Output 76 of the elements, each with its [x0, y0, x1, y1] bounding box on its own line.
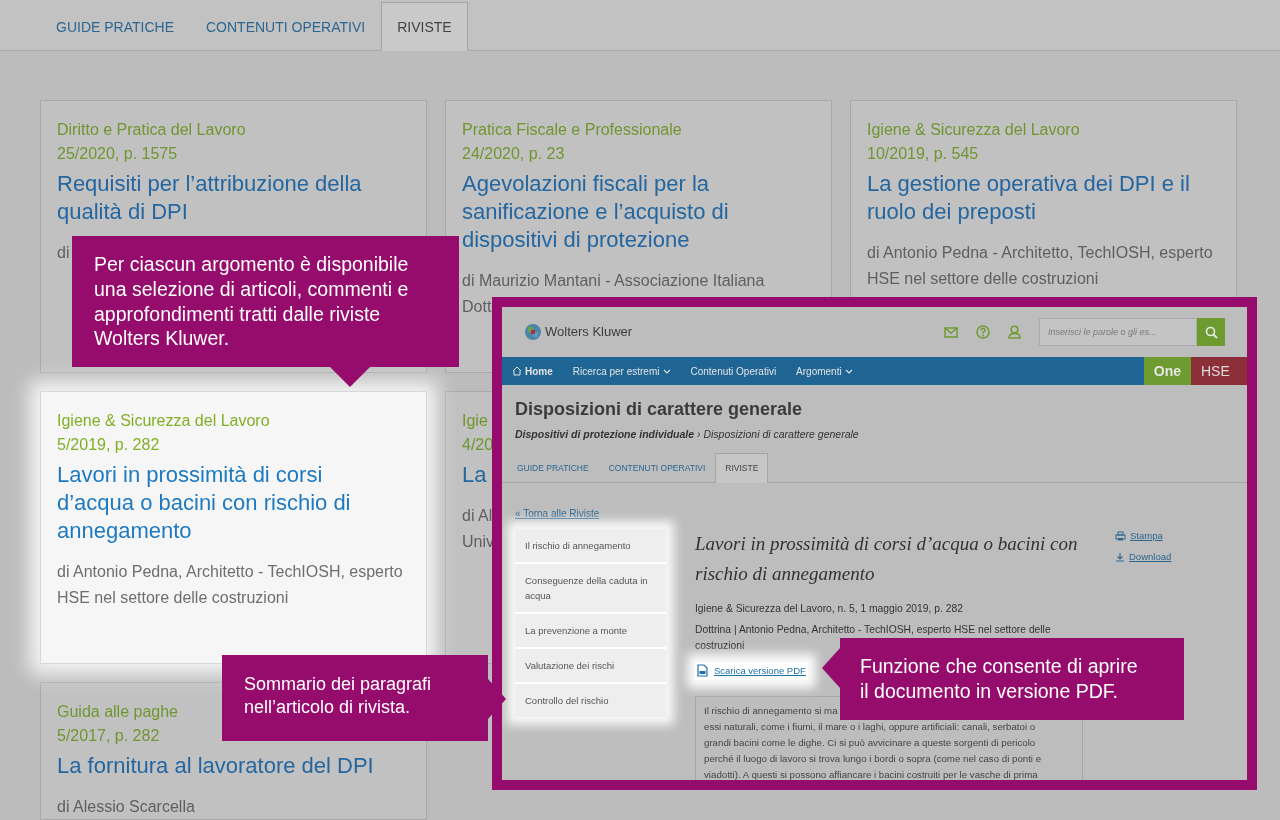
callout-tooltip: Sommario dei paragrafi nell’articolo di rivista.	[222, 655, 488, 741]
tab[interactable]: CONTENUTI OPERATIVI	[598, 452, 716, 483]
nav-link[interactable]: Argomenti	[786, 357, 863, 385]
issue-reference: 5/2019, p. 282	[57, 435, 160, 455]
search-button[interactable]	[1197, 318, 1225, 346]
action-link[interactable]: Download	[1115, 549, 1172, 564]
author-text: di Alessio Scarcella	[57, 797, 195, 817]
back-link[interactable]: « Torna alle Riviste	[515, 505, 600, 521]
nav-link[interactable]: Ricerca per estremi	[562, 357, 681, 385]
article-title[interactable]: Lavori in prossimità di corsi d’acqua o bacini con rischio di annegamento	[57, 461, 392, 545]
article-title[interactable]: Agevolazioni fiscali per la sanificazione e l’acquisto di dispositivi di protezione	[462, 170, 797, 254]
toc-item[interactable]: Il rischio di annegamento	[515, 528, 666, 562]
author-text: di Antonio Pedna - Architetto, TechIOSH, esperto	[867, 243, 1213, 263]
callout-tooltip: Per ciascun argomento è disponibile una selezione di articoli, commenti e approfondimenti tratti dalle riviste Wolters Kluwer.	[72, 236, 459, 367]
article-heading: Lavori in prossimità di corsi d’acqua o bacini con rischio di annegamento	[695, 531, 1079, 586]
search-field[interactable]: Inserisci le parole o gli es...	[1039, 318, 1197, 346]
pdf-download-link[interactable]: Scarica versione PDF	[695, 661, 808, 680]
nav-link[interactable]: Home	[502, 357, 563, 385]
toc-item[interactable]: Controllo del rischio	[515, 683, 666, 717]
author-text: HSE nel settore delle costruzioni	[57, 588, 289, 608]
author-text: di	[57, 243, 70, 263]
article-text-line: grandi bacini come le dighe. Ci si può avvicinare a queste sorgenti di pericolo	[704, 736, 1036, 751]
toc-item[interactable]: Conseguenze della caduta in acqua	[515, 563, 666, 612]
article-title[interactable]: La fornitura al lavoratore del DPI	[57, 752, 374, 780]
article-text-line: viadotti). A questi si possono affiancare i bacini costruiti per le vasche di prima	[704, 768, 1038, 780]
author-text: HSE nel settore delle costruzioni	[867, 269, 1099, 289]
article-text-line: Il rischio di annegamento si ma	[704, 704, 838, 719]
tooltip-pointer	[330, 367, 370, 387]
home-icon	[512, 366, 522, 376]
issue-reference: 25/2020, p. 1575	[57, 144, 178, 164]
chevron-icon	[662, 368, 671, 374]
page-title: Disposizioni di carattere generale	[515, 398, 804, 421]
issue-reference: 5/2017, p. 282	[57, 726, 160, 746]
journal-name: Pratica Fiscale e Professionale	[462, 120, 682, 140]
tab[interactable]: GUIDE PRATICHE	[507, 452, 599, 483]
mail-icon[interactable]	[944, 326, 958, 338]
article-meta: Igiene & Sicurezza del Lavoro, n. 5, 1 maggio 2019, p. 282	[695, 601, 964, 616]
globe-logo-icon	[524, 323, 542, 341]
author-text: Dott	[462, 297, 492, 317]
article-text-line: essi naturali, come i fiumi, il mare o i laghi, oppure artificiali: canali, serbatoi o	[704, 720, 1036, 735]
article-title[interactable]: La	[462, 461, 487, 489]
search-icon	[1204, 325, 1218, 339]
nav-link[interactable]: Contenuti Operativi	[680, 357, 787, 385]
issue-reference: 4/20	[462, 435, 494, 455]
brand-label: One	[1143, 357, 1191, 385]
download-icon	[1115, 551, 1125, 562]
tab[interactable]: GUIDE PRATICHE	[40, 2, 190, 51]
brand-label: HSE	[1191, 357, 1247, 385]
printer-icon	[1115, 530, 1126, 541]
toc-item[interactable]: La prevenzione a monte	[515, 613, 666, 647]
journal-name: Diritto e Pratica del Lavoro	[57, 120, 246, 140]
action-link[interactable]: Stampa	[1115, 528, 1172, 543]
author-text: di Maurizio Mantani - Associazione Italiana	[462, 271, 765, 291]
user-icon[interactable]	[1008, 325, 1021, 339]
author-text: di Al	[462, 506, 493, 526]
journal-name: Igie	[462, 411, 488, 431]
journal-name: Igiene & Sicurezza del Lavoro	[867, 120, 1080, 140]
article-title[interactable]: La gestione operativa dei DPI e il ruolo dei preposti	[867, 170, 1202, 226]
issue-reference: 10/2019, p. 545	[867, 144, 979, 164]
author-text: di Antonio Pedna, Architetto - TechIOSH, esperto	[57, 562, 403, 582]
pdf-file-icon	[697, 664, 708, 678]
tooltip-pointer	[822, 648, 840, 688]
article-title[interactable]: Requisiti per l’attribuzione della qualità di DPI	[57, 170, 392, 226]
tab[interactable]: RIVISTE	[381, 2, 468, 51]
tab[interactable]: RIVISTE	[715, 452, 769, 483]
tab[interactable]: CONTENUTI OPERATIVI	[190, 2, 382, 51]
journal-name: Guida alle paghe	[57, 702, 178, 722]
journal-name: Igiene & Sicurezza del Lavoro	[57, 411, 270, 431]
help-icon[interactable]	[976, 325, 990, 339]
article-text-line: perché il luogo di lavoro si trova lungo i bordi o sopra (come nel caso di ponti e	[704, 752, 1042, 767]
breadcrumb[interactable]: Dispositivi di protezione individuale › Disposizioni di carattere generale	[515, 427, 1247, 443]
callout-tooltip: Funzione che consente di aprire il documento in versione PDF.	[840, 638, 1184, 720]
chevron-icon	[844, 368, 853, 374]
logo-text: Wolters Kluwer	[545, 323, 633, 342]
issue-reference: 24/2020, p. 23	[462, 144, 565, 164]
toc-item[interactable]: Valutazione dei rischi	[515, 648, 666, 682]
